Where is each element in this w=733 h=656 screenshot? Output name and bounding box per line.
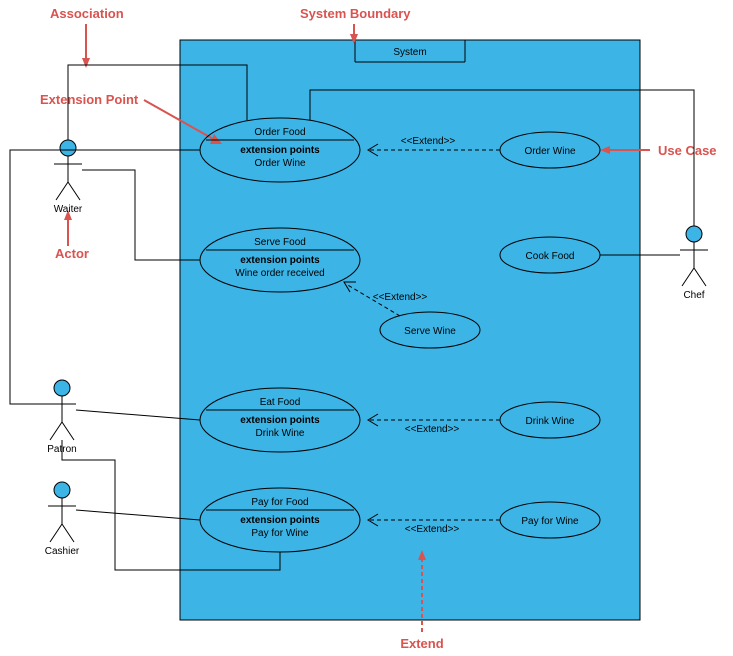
system-label: System (393, 47, 426, 58)
svg-text:Drink Wine: Drink Wine (526, 416, 575, 427)
svg-text:Cook Food: Cook Food (526, 251, 575, 262)
annotation-use-case: Use Case (658, 143, 717, 158)
svg-text:Serve Food: Serve Food (254, 237, 306, 248)
actor-chef-label: Chef (683, 290, 704, 301)
annotation-actor: Actor (55, 246, 89, 261)
actor-chef: Chef (680, 226, 708, 301)
svg-text:Order Wine: Order Wine (524, 146, 576, 157)
svg-text:Serve Wine: Serve Wine (404, 326, 456, 337)
svg-text:<<Extend>>: <<Extend>> (373, 292, 428, 303)
svg-text:Order Wine: Order Wine (254, 158, 306, 169)
annotation-extension-point: Extension Point (40, 92, 139, 107)
assoc-patron-orderfood (10, 150, 200, 404)
svg-text:extension points: extension points (240, 145, 320, 156)
actor-waiter: Waiter (54, 140, 83, 215)
svg-text:<<Extend>>: <<Extend>> (405, 424, 460, 435)
svg-text:Order Food: Order Food (254, 127, 305, 138)
annotation-extend: Extend (400, 636, 443, 651)
svg-text:<<Extend>>: <<Extend>> (401, 136, 456, 147)
svg-text:Drink Wine: Drink Wine (256, 428, 305, 439)
arrow-icon (82, 24, 90, 68)
svg-text:Pay for Food: Pay for Food (251, 497, 308, 508)
svg-text:extension points: extension points (240, 515, 320, 526)
svg-text:Pay for Wine: Pay for Wine (521, 516, 579, 527)
svg-text:Eat Food: Eat Food (260, 397, 301, 408)
actor-waiter-label: Waiter (54, 204, 83, 215)
svg-text:<<Extend>>: <<Extend>> (405, 524, 460, 535)
actor-cashier: Cashier (45, 482, 80, 557)
svg-text:extension points: extension points (240, 255, 320, 266)
arrow-icon (64, 210, 72, 246)
svg-text:Wine order received: Wine order received (235, 268, 324, 279)
annotation-association: Association (50, 6, 124, 21)
svg-text:extension points: extension points (240, 415, 320, 426)
svg-text:Pay for Wine: Pay for Wine (251, 528, 309, 539)
actor-cashier-label: Cashier (45, 546, 80, 557)
annotation-system-boundary: System Boundary (300, 6, 411, 21)
